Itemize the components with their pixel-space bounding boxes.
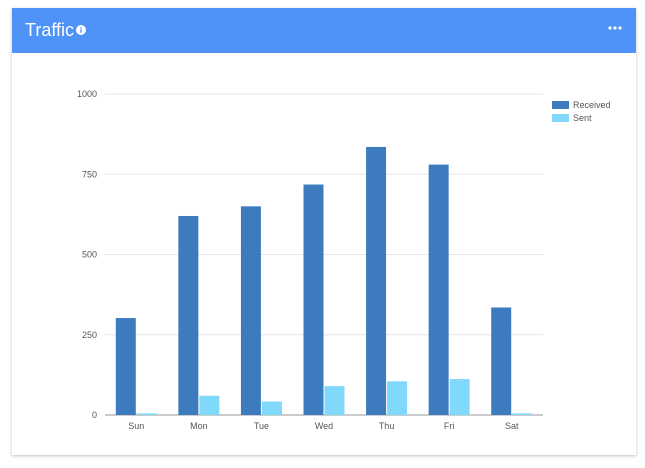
- x-tick-label: Fri: [444, 421, 455, 431]
- bar-sent-sun[interactable]: [136, 413, 157, 415]
- more-horizontal-icon[interactable]: [608, 24, 622, 32]
- bar-sent-wed[interactable]: [324, 386, 345, 415]
- bar-sent-tue[interactable]: [261, 401, 282, 415]
- y-tick-label: 250: [82, 330, 97, 340]
- x-tick-label: Sun: [128, 421, 144, 431]
- bar-received-sat[interactable]: [491, 307, 512, 415]
- bar-sent-sat[interactable]: [512, 413, 533, 415]
- y-tick-label: 0: [92, 410, 97, 420]
- bar-sent-mon[interactable]: [199, 395, 220, 415]
- card-title: Traffic: [25, 20, 75, 40]
- chart-area: 0 250 500 750 1000 Sun Mon Tue Wed Thu Fri Sat Recei…: [12, 53, 636, 455]
- bar-received-tue[interactable]: [240, 206, 261, 415]
- bar-received-sun[interactable]: [115, 318, 136, 415]
- x-tick-label: Mon: [190, 421, 208, 431]
- bar-received-fri[interactable]: [428, 164, 449, 415]
- traffic-bar-chart: 0 250 500 750 1000 Sun Mon Tue Wed Thu Fri Sat Recei…: [77, 89, 611, 431]
- y-tick-label: 750: [82, 169, 97, 179]
- x-tick-label: Sat: [505, 421, 519, 431]
- bar-received-wed[interactable]: [303, 184, 324, 415]
- bar-received-thu[interactable]: [366, 146, 387, 415]
- card-header: Traffic: [12, 8, 636, 53]
- x-tick-label: Tue: [254, 421, 269, 431]
- legend-swatch: [552, 101, 569, 109]
- legend-label: Received: [573, 100, 611, 110]
- y-tick-label: 500: [82, 250, 97, 260]
- bar-sent-thu[interactable]: [387, 381, 408, 415]
- y-tick-label: 1000: [77, 89, 97, 99]
- info-icon[interactable]: [76, 25, 86, 35]
- traffic-card: Traffic 0 250 500 750 1000 Sun Mon Tue Wed Thu Fri…: [12, 8, 636, 455]
- x-tick-label: Thu: [379, 421, 395, 431]
- bar-received-mon[interactable]: [178, 215, 199, 415]
- legend-label: Sent: [573, 113, 592, 123]
- bar-sent-fri[interactable]: [449, 379, 470, 415]
- x-tick-label: Wed: [315, 421, 333, 431]
- legend-swatch: [552, 114, 569, 122]
